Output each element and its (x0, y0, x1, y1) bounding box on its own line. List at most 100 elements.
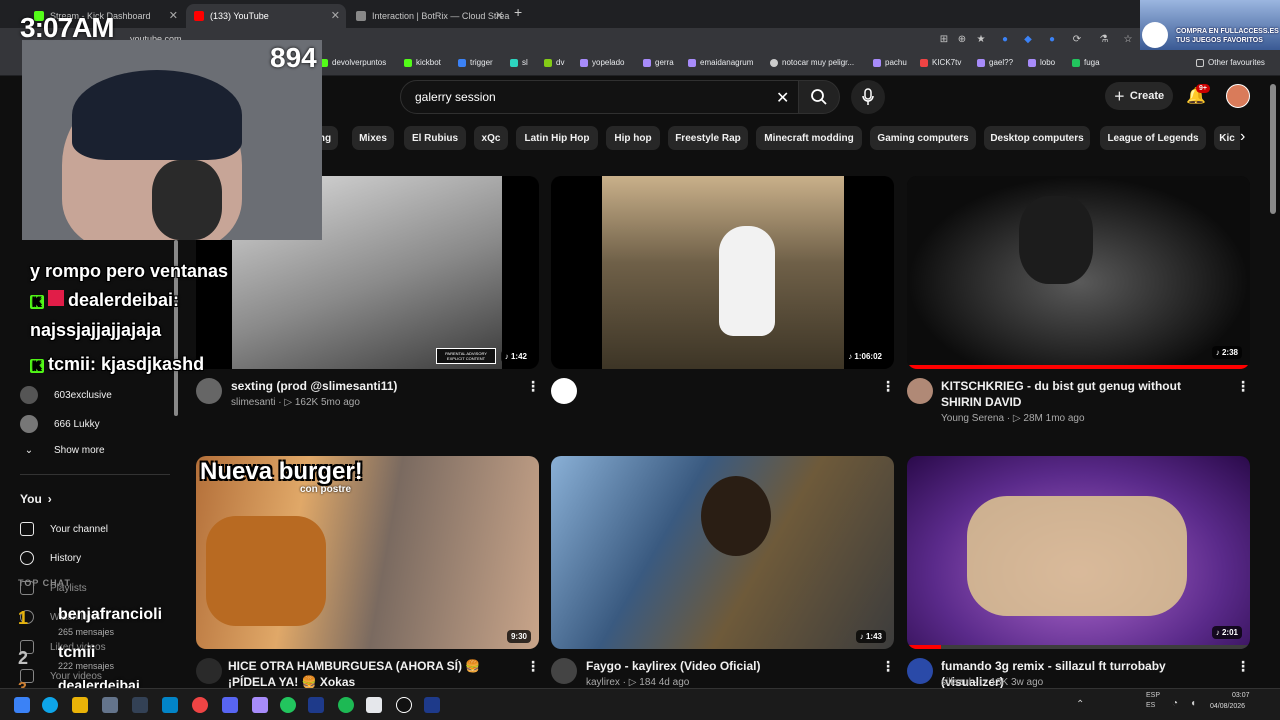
star-icon[interactable]: ★ (975, 34, 987, 46)
clear-search-icon[interactable]: ✕ (776, 88, 789, 108)
channel-name[interactable]: kaylirex (586, 677, 620, 688)
video-thumbnail[interactable]: ♪ 2:38 (907, 176, 1250, 369)
app-icon[interactable] (132, 697, 148, 713)
extension-icon[interactable]: ⊞ (938, 34, 950, 46)
chip[interactable]: Minecraft modding (756, 126, 862, 150)
tab-youtube[interactable]: (133) YouTube ✕ (186, 4, 346, 28)
search-input[interactable]: galerry session (400, 80, 804, 114)
voice-search-button[interactable] (851, 80, 885, 114)
chip[interactable]: Latin Hip Hop (516, 126, 598, 150)
channel-name[interactable]: slimesanti (231, 397, 275, 408)
extension-icon[interactable]: ⚗ (1098, 34, 1110, 46)
avatar[interactable] (1226, 84, 1250, 108)
sidebar-subscription[interactable]: 666 Lukky (20, 415, 100, 433)
sidebar-you-heading[interactable]: You › (20, 492, 52, 506)
steam-icon[interactable] (424, 697, 440, 713)
bookmark-item[interactable]: kickbot (404, 58, 441, 67)
app-icon[interactable] (162, 697, 178, 713)
chip[interactable]: Mixes (352, 126, 394, 150)
bookmark-item[interactable]: sl (510, 58, 528, 67)
close-icon[interactable]: ✕ (331, 9, 340, 22)
bookmark-item[interactable]: dv (544, 58, 564, 67)
extension-icon[interactable]: ● (999, 34, 1011, 46)
channel-name[interactable]: sillazul (941, 677, 971, 688)
language-indicator[interactable]: ESP (1146, 692, 1160, 699)
language-indicator[interactable]: ES (1146, 702, 1155, 709)
video-thumbnail[interactable]: ♪ 1:06:02 (551, 176, 894, 369)
video-title[interactable]: HICE OTRA HAMBURGUESA (AHORA SÍ) 🍔 ¡PÍDE… (228, 658, 518, 690)
volume-icon[interactable]: ◖ (1190, 698, 1196, 709)
app-icon[interactable] (192, 697, 208, 713)
chip[interactable]: xQc (474, 126, 508, 150)
sidebar-item-your-channel[interactable]: Your channel (20, 522, 108, 536)
spotify-icon[interactable] (338, 697, 354, 713)
bookmark-item[interactable]: notocar muy peligr... (770, 58, 854, 67)
chip[interactable]: Desktop computers (984, 126, 1090, 150)
channel-avatar[interactable] (551, 378, 577, 404)
more-options-icon[interactable]: ⋮ (881, 658, 895, 675)
app-icon[interactable] (366, 697, 382, 713)
video-thumbnail[interactable]: ♪ 1:43 (551, 456, 894, 649)
sidebar-show-more[interactable]: ⌄ Show more (20, 445, 105, 456)
chip[interactable]: El Rubius (404, 126, 466, 150)
bookmark-item[interactable]: gael?? (977, 58, 1013, 67)
video-title[interactable]: Faygo - kaylirex (Video Oficial) (586, 658, 866, 674)
bookmark-item[interactable]: pachu (873, 58, 907, 67)
taskbar-time[interactable]: 03:07 (1232, 692, 1250, 699)
bookmark-icon[interactable]: ☆ (1122, 34, 1134, 46)
chip[interactable]: League of Legends (1100, 126, 1206, 150)
video-title[interactable]: sexting (prod @slimesanti11) (231, 378, 511, 394)
video-thumbnail[interactable]: ♪ 2:01 (907, 456, 1250, 649)
feather-icon[interactable] (252, 697, 268, 713)
folder-icon[interactable] (72, 697, 88, 713)
discord-icon[interactable] (222, 697, 238, 713)
bookmark-item[interactable]: emaidanagrum (688, 58, 753, 67)
bookmark-item[interactable]: fuga (1072, 58, 1100, 67)
chip[interactable]: Hip hop (606, 126, 660, 150)
zoom-icon[interactable]: ⊕ (956, 34, 968, 46)
more-options-icon[interactable]: ⋮ (1236, 658, 1250, 675)
more-options-icon[interactable]: ⋮ (1236, 378, 1250, 395)
extension-icon[interactable]: ● (1046, 34, 1058, 46)
channel-name[interactable]: Young Serena (941, 413, 1004, 424)
more-options-icon[interactable]: ⋮ (526, 658, 540, 675)
edge-icon[interactable] (42, 697, 58, 713)
channel-avatar[interactable] (551, 658, 577, 684)
whatsapp-icon[interactable] (280, 697, 296, 713)
chip[interactable]: Gaming computers (870, 126, 976, 150)
channel-avatar[interactable] (196, 378, 222, 404)
channel-avatar[interactable] (907, 658, 933, 684)
extension-icon[interactable]: ⟳ (1071, 34, 1083, 46)
bookmark-item[interactable]: devolverpuntos (320, 58, 386, 67)
search-button[interactable] (798, 80, 840, 114)
other-favourites[interactable]: Other favourites (1196, 58, 1265, 67)
chip[interactable]: Freestyle Rap (668, 126, 748, 150)
bookmark-item[interactable]: yopelado (580, 58, 624, 67)
close-icon[interactable]: ✕ (495, 9, 504, 22)
steam-icon[interactable] (308, 697, 324, 713)
more-options-icon[interactable]: ⋮ (881, 378, 895, 395)
chip[interactable]: Kic (1214, 126, 1240, 150)
chevron-right-icon[interactable]: › (1240, 128, 1245, 146)
page-scrollbar[interactable] (1270, 84, 1276, 214)
obs-icon[interactable] (396, 697, 412, 713)
close-icon[interactable]: ✕ (169, 9, 178, 22)
channel-avatar[interactable] (907, 378, 933, 404)
video-title[interactable]: KITSCHKRIEG - du bist gut genug without … (941, 378, 1221, 410)
taskbar-date[interactable]: 04/08/2026 (1210, 703, 1245, 710)
windows-start-icon[interactable] (14, 697, 30, 713)
create-button[interactable]: ＋ Create (1105, 82, 1173, 110)
more-options-icon[interactable]: ⋮ (526, 378, 540, 395)
video-thumbnail[interactable]: Nueva burger! con postre 9:30 (196, 456, 539, 649)
tab-botrix[interactable]: Interaction | BotRix — Cloud Strea ✕ (348, 4, 510, 28)
sidebar-item-history[interactable]: History (20, 551, 81, 565)
extension-icon[interactable]: ◆ (1022, 34, 1034, 46)
tray-icon[interactable]: ⌃ (1076, 699, 1084, 710)
bookmark-item[interactable]: lobo (1028, 58, 1055, 67)
bookmark-item[interactable]: gerra (643, 58, 674, 67)
sidebar-subscription[interactable]: 603exclusive (20, 386, 112, 404)
bookmark-item[interactable]: KICK7tv (920, 58, 961, 67)
wifi-icon[interactable]: ◔ (1172, 698, 1178, 709)
channel-avatar[interactable] (196, 658, 222, 684)
new-tab-button[interactable]: + (514, 4, 522, 20)
